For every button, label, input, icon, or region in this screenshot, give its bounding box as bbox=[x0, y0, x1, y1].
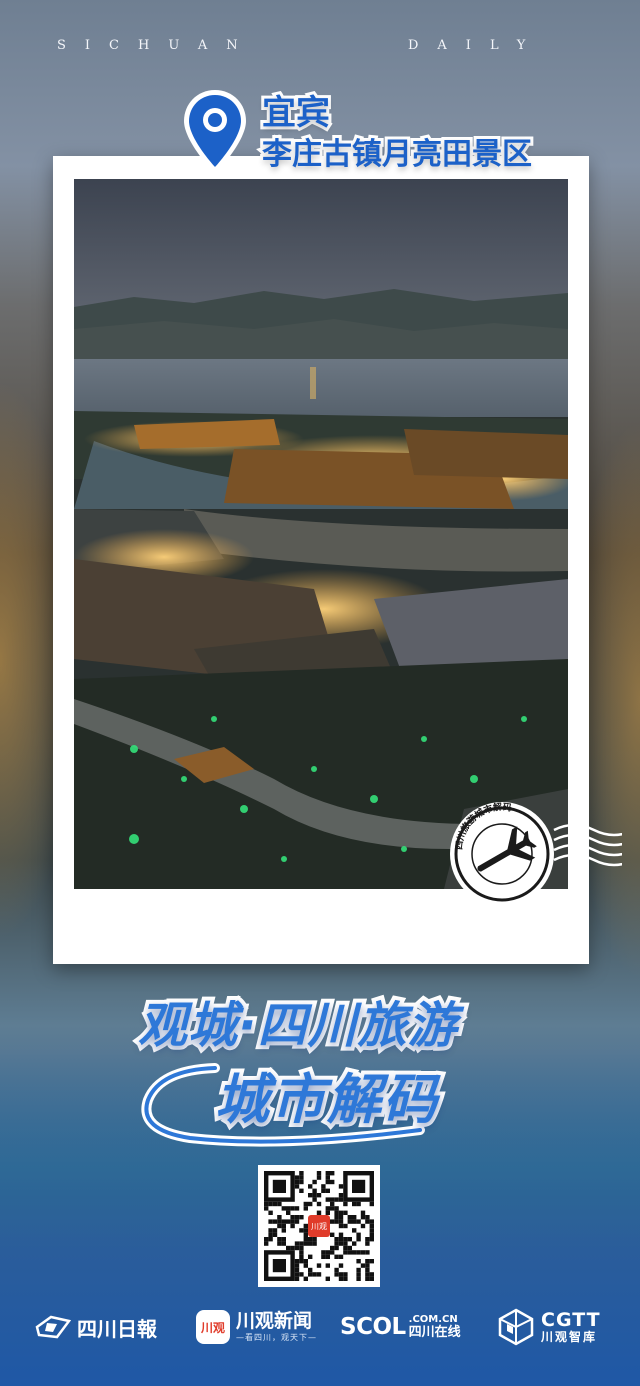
chuanguan-app-icon: 川观 bbox=[196, 1310, 230, 1344]
headline-line-2: 城市解码 bbox=[211, 1064, 441, 1135]
cgtt-logo[interactable]: CGTT 川观智库 bbox=[497, 1302, 601, 1352]
location-pin-icon bbox=[184, 90, 246, 174]
sichuan-daily-logo[interactable]: 四川日報 bbox=[35, 1302, 157, 1352]
scenic-photo bbox=[74, 179, 568, 889]
footer-logos: 四川日報 川观 川观新闻 —看四川，观天下— SCOL .COM.CN 四川在线… bbox=[0, 1302, 640, 1352]
qr-code[interactable]: 川观 bbox=[258, 1165, 380, 1287]
scol-name: 四川在线 bbox=[408, 1324, 461, 1340]
location-city: 宜宾 bbox=[259, 90, 333, 136]
cgtt-name: 川观智库 bbox=[541, 1330, 598, 1344]
sichuan-daily-emblem-icon bbox=[35, 1315, 71, 1339]
chuanguan-slogan: —看四川，观天下— bbox=[236, 1333, 317, 1342]
cgtt-wordmark: CGTT bbox=[541, 1309, 601, 1331]
sichuan-daily-name: 四川日報 bbox=[77, 1316, 157, 1341]
location-label: 宜宾 李庄古镇月亮田景区 bbox=[259, 90, 535, 175]
qr-code-pattern: 川观 bbox=[264, 1171, 374, 1281]
headline-line-1: 观城·四川旅游 bbox=[134, 993, 461, 1058]
location-place: 李庄古镇月亮田景区 bbox=[259, 134, 535, 175]
qr-center-label: 川观 bbox=[311, 1222, 327, 1231]
brand-word-right: DAILY bbox=[408, 38, 545, 53]
scol-wordmark: SCOL bbox=[340, 1314, 406, 1340]
brand-word-left: SICHUAN bbox=[57, 38, 257, 53]
scol-logo[interactable]: SCOL .COM.CN 四川在线 bbox=[340, 1302, 461, 1352]
chuanguan-news-name: 川观新闻 bbox=[236, 1310, 313, 1332]
night-aerial-town-illustration bbox=[74, 179, 568, 889]
chuanguan-news-logo[interactable]: 川观 川观新闻 —看四川，观天下— bbox=[196, 1302, 317, 1352]
scol-domain: .COM.CN bbox=[408, 1313, 458, 1325]
cgtt-cube-icon bbox=[498, 1308, 534, 1346]
postmark-stamp: 四川旅游城市解码 bbox=[450, 801, 622, 906]
brand-masthead: SICHUAN DAILY bbox=[0, 38, 640, 60]
